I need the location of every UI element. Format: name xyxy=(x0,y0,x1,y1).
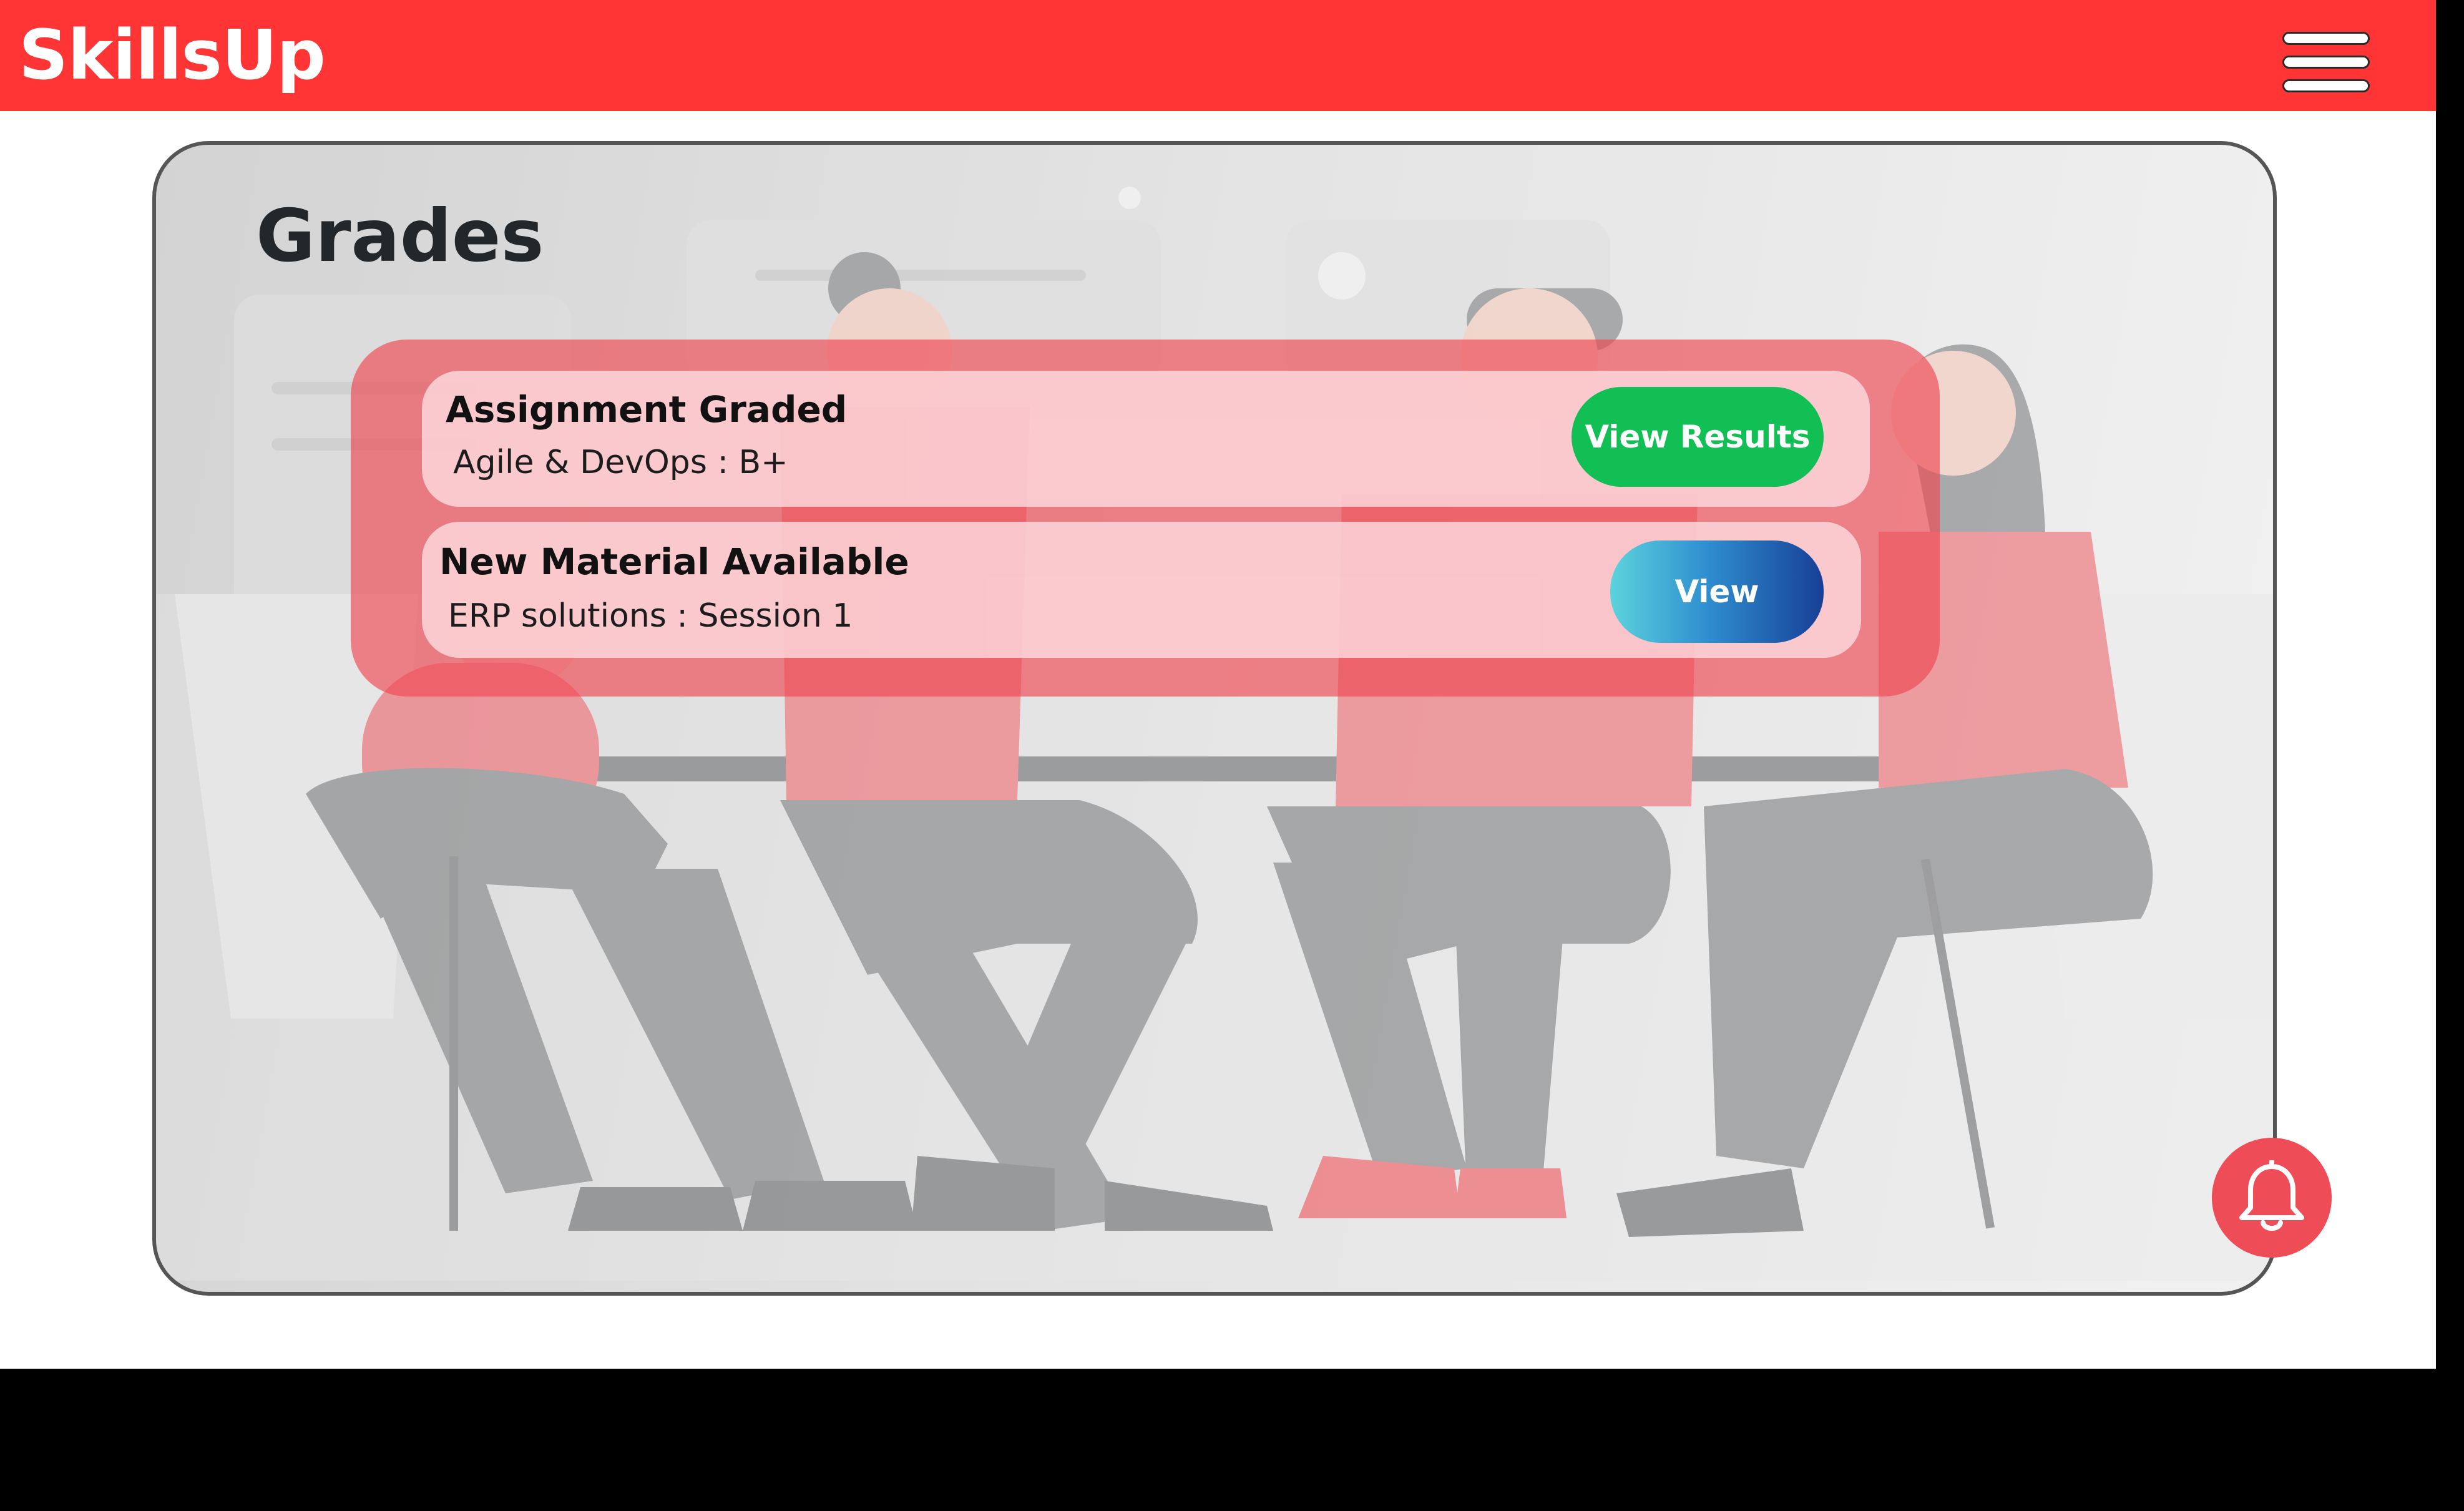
top-navigation-bar: SkillsUp xyxy=(0,0,2436,111)
bell-icon xyxy=(2239,1160,2304,1231)
notifications-panel: Assignment Graded Agile & DevOps : B+ Vi… xyxy=(351,340,1940,697)
hamburger-menu-icon[interactable] xyxy=(2284,30,2368,95)
grades-panel: Grades Assignment Graded Agile & DevOps … xyxy=(152,141,2277,1296)
background-illustration xyxy=(156,187,2273,1281)
view-button[interactable]: View xyxy=(1610,540,1824,643)
notification-detail: ERP solutions : Session 1 xyxy=(448,597,853,635)
notification-card: Assignment Graded Agile & DevOps : B+ Vi… xyxy=(422,371,1870,507)
menu-line xyxy=(2284,34,2368,43)
menu-line xyxy=(2284,81,2368,90)
notification-title: New Material Available xyxy=(439,540,909,583)
app-window: SkillsUp Grades Assignment Graded Agile … xyxy=(0,0,2436,1369)
notification-card: New Material Available ERP solutions : S… xyxy=(422,522,1861,658)
page-title: Grades xyxy=(256,194,544,278)
app-logo[interactable]: SkillsUp xyxy=(19,11,326,99)
menu-line xyxy=(2284,57,2368,67)
notifications-button[interactable] xyxy=(2212,1138,2332,1258)
notification-detail: Agile & DevOps : B+ xyxy=(453,444,788,481)
notification-title: Assignment Graded xyxy=(446,388,848,431)
view-results-button[interactable]: View Results xyxy=(1572,387,1824,487)
